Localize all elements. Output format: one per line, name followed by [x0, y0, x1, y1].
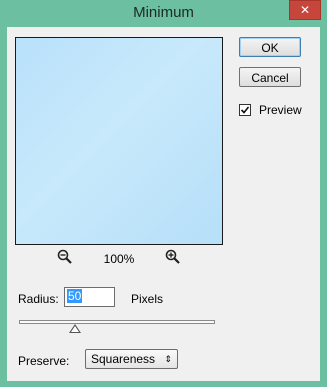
radius-slider-track[interactable] [19, 320, 215, 324]
checkmark-icon [240, 106, 250, 114]
ok-button[interactable]: OK [239, 37, 301, 57]
updown-arrows-icon: ⇕ [164, 354, 172, 364]
cancel-button[interactable]: Cancel [239, 67, 301, 87]
preserve-selected-value: Squareness [91, 352, 156, 366]
radius-slider-thumb[interactable] [69, 324, 81, 333]
preserve-label: Preserve: [18, 354, 70, 368]
zoom-out-icon [57, 249, 72, 264]
radius-input[interactable]: 50 [64, 287, 115, 307]
preserve-select[interactable]: Squareness ⇕ [85, 349, 178, 369]
title-bar[interactable]: Minimum ✕ [0, 0, 327, 27]
zoom-in-button[interactable] [165, 249, 181, 265]
radius-unit-label: Pixels [131, 292, 164, 306]
zoom-out-button[interactable] [57, 249, 73, 265]
zoom-in-icon [165, 249, 180, 264]
close-button[interactable]: ✕ [289, 0, 321, 20]
preview-checkbox[interactable] [239, 104, 251, 116]
radius-label: Radius: [18, 292, 59, 306]
dialog-body: 100% OK Cancel Preview Radius: 50 Pixels [7, 27, 320, 381]
zoom-level: 100% [103, 252, 135, 266]
close-icon: ✕ [299, 3, 311, 17]
dialog-title: Minimum [133, 4, 194, 21]
preview-checkbox-label: Preview [259, 103, 302, 117]
filter-dialog: Minimum ✕ 100% OK Cancel Preview Radius:… [0, 0, 327, 387]
radius-value: 50 [67, 289, 83, 303]
preview-pane[interactable] [15, 37, 223, 245]
